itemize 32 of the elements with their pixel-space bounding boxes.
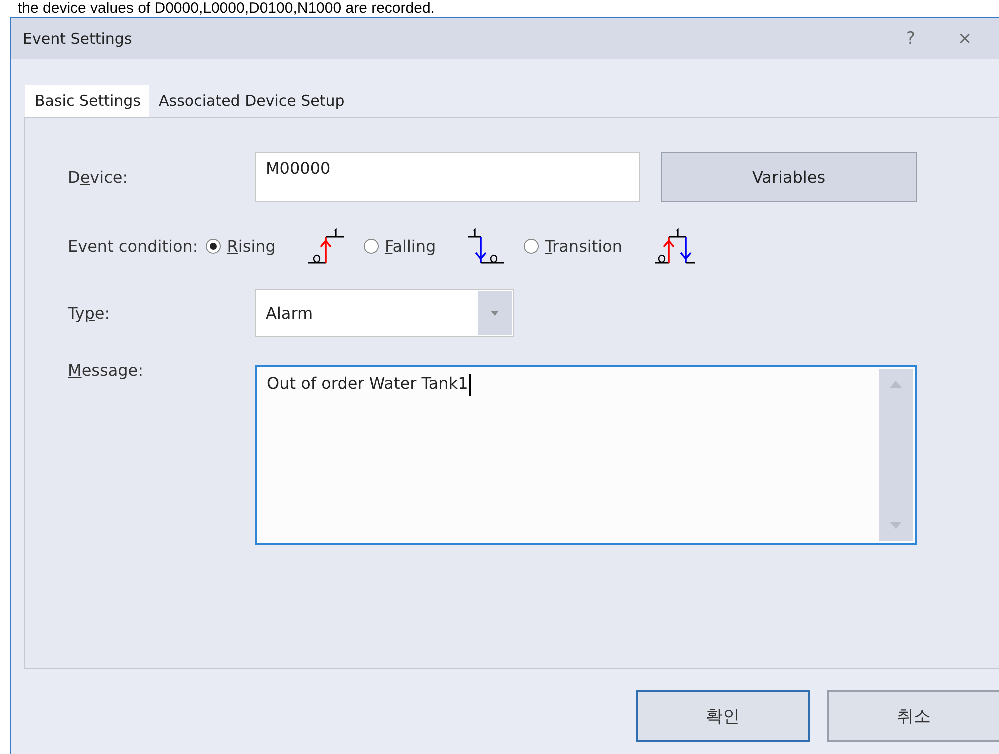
variables-button[interactable]: Variables bbox=[661, 152, 917, 202]
rising-edge-icon bbox=[306, 226, 346, 266]
field-label: Type: bbox=[68, 304, 112, 322]
field-label: Device: bbox=[68, 168, 130, 186]
field-label: Message: bbox=[68, 361, 145, 380]
tab[interactable]: Basic Settings bbox=[25, 85, 150, 117]
scroll-up-icon bbox=[890, 381, 902, 388]
caption-text: the device values of D0000,L0000,D0100,N1000 are recorded. bbox=[18, 0, 436, 17]
window-title: Event Settings bbox=[23, 30, 134, 48]
caret-icon bbox=[491, 310, 499, 316]
text-cursor bbox=[469, 374, 472, 396]
dialog-button[interactable]: 취소 bbox=[827, 690, 999, 742]
transition-edge-icon bbox=[652, 226, 696, 266]
radio-button[interactable] bbox=[524, 238, 540, 254]
falling-edge-icon bbox=[466, 226, 506, 266]
dropdown-value: Alarm bbox=[266, 304, 314, 322]
scroll-down-icon bbox=[890, 522, 902, 529]
radio-label[interactable]: Transition bbox=[545, 236, 622, 256]
radio-button[interactable] bbox=[364, 238, 379, 254]
dialog-button[interactable]: 확인 bbox=[636, 690, 810, 742]
help-button[interactable]: ? bbox=[891, 28, 931, 48]
type-dropdown[interactable]: Alarm bbox=[255, 289, 514, 337]
message-field[interactable]: Out of order Water Tank1 bbox=[255, 365, 917, 545]
scrollbar[interactable] bbox=[879, 369, 913, 541]
message-text: Out of order Water Tank1 bbox=[267, 374, 468, 393]
field-label: Event condition: bbox=[68, 236, 198, 256]
close-button[interactable]: × bbox=[945, 28, 985, 48]
radio-button[interactable] bbox=[206, 238, 222, 254]
radio-label[interactable]: Falling bbox=[384, 236, 436, 256]
tab[interactable]: Associated Device Setup bbox=[149, 85, 353, 117]
device-field[interactable]: M00000 bbox=[255, 152, 640, 202]
radio-label[interactable]: Rising bbox=[227, 236, 276, 256]
